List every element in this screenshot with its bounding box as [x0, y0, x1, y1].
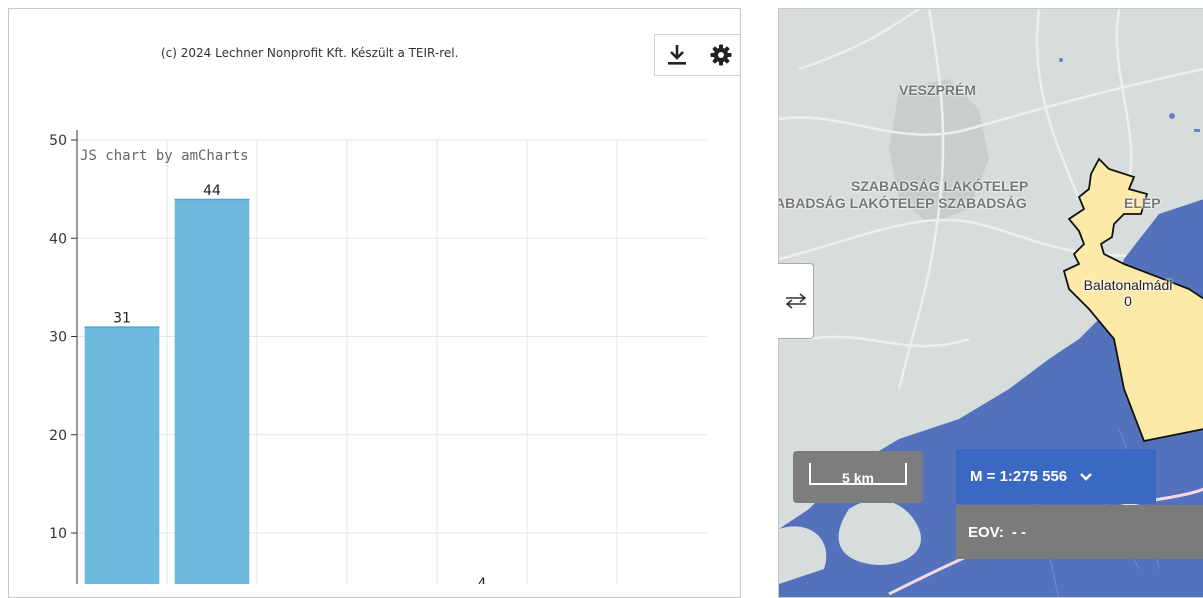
y-tick-label: 40	[49, 231, 67, 247]
settlement-value: 0	[1124, 293, 1132, 309]
y-tick-label: 50	[49, 133, 67, 149]
chart-watermark: JS chart by amCharts	[80, 148, 249, 164]
swap-arrows-icon	[785, 293, 806, 309]
bar	[84, 326, 160, 584]
map-label-city: VESZPRÉM	[899, 82, 977, 98]
y-tick-label: 20	[49, 428, 67, 444]
bar-data-label: 4	[478, 576, 487, 584]
scalebar-text: 5 km	[842, 470, 874, 486]
panel-toggle-button[interactable]	[778, 263, 814, 339]
y-tick-label: 10	[49, 526, 67, 542]
eov-label: EOV:	[968, 523, 1004, 541]
bar-data-label: 44	[203, 183, 221, 199]
scale-value: M = 1:275 556	[970, 468, 1068, 485]
map-label-district: SZABADSÁG LAKÓTELEP	[851, 178, 1029, 194]
bar-data-label: 31	[113, 311, 131, 327]
bar-chart: 1020304050JS chart by amCharts31444	[49, 130, 707, 584]
scale-dropdown[interactable]: M = 1:275 556	[956, 449, 1156, 504]
map-label-district: ELEP	[1124, 195, 1161, 211]
map-scalebar: 5 km	[793, 451, 923, 503]
eov-coordinates: EOV: - -	[956, 505, 1203, 559]
bar	[174, 198, 250, 584]
chevron-down-icon	[1079, 472, 1093, 482]
settlement-name: Balatonalmádi	[1083, 277, 1173, 293]
eov-value: - -	[1011, 523, 1027, 541]
map-label-district: ABADSÁG LAKÓTELEP SZABADSÁG	[778, 195, 1027, 211]
settlement-label: Balatonalmádi 0	[1068, 277, 1188, 309]
y-tick-label: 30	[49, 330, 67, 346]
